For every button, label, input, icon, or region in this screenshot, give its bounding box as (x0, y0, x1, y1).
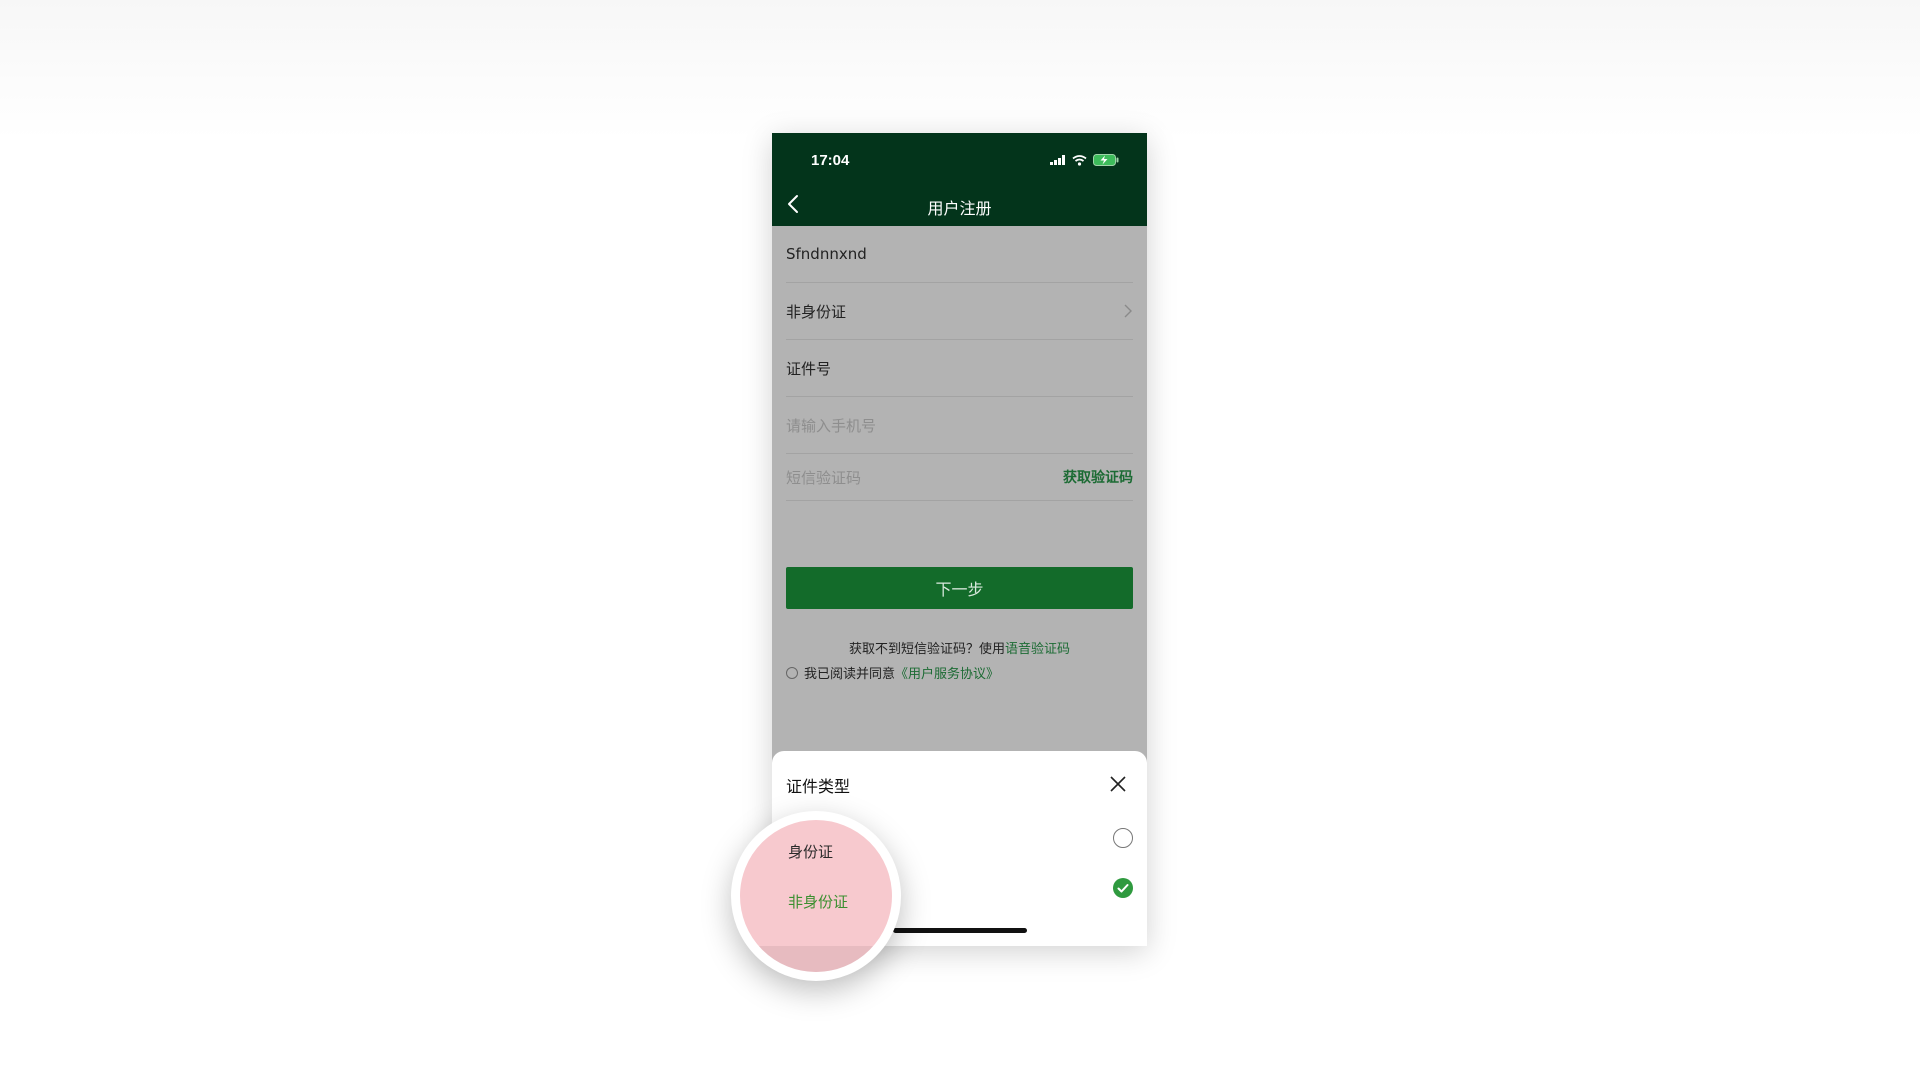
id-number-field[interactable]: 证件号 (786, 340, 1133, 397)
magnifier-highlight: 身份证 非身份证 (731, 811, 901, 981)
get-code-button[interactable]: 获取验证码 (1063, 467, 1133, 487)
id-type-value: 非身份证 (786, 302, 847, 321)
phone-field[interactable]: 请输入手机号 (786, 397, 1133, 454)
id-type-selector[interactable]: 非身份证 (786, 283, 1133, 340)
agreement-checkbox[interactable] (786, 666, 798, 679)
wifi-icon (1072, 154, 1087, 166)
register-form: Sfndnnxnd 非身份证 证件号 请输入手机号 短信验证码 获取验证码 (786, 226, 1133, 501)
phone-placeholder: 请输入手机号 (786, 416, 877, 435)
voice-code-link[interactable]: 语音验证码 (1005, 642, 1070, 657)
name-field[interactable]: Sfndnnxnd (786, 226, 1133, 283)
nav-bar: 17:04 用户注册 (772, 133, 1147, 226)
magnified-option-id-card: 身份证 (788, 843, 834, 861)
close-icon[interactable] (1109, 775, 1127, 793)
next-button[interactable]: 下一步 (786, 567, 1133, 609)
status-time: 17:04 (811, 152, 850, 169)
agreement-text: 我已阅读并同意 (804, 667, 896, 682)
id-number-label: 证件号 (786, 359, 832, 378)
option-id-card-radio[interactable] (1113, 828, 1133, 848)
home-indicator (893, 928, 1027, 933)
signal-icon (1050, 155, 1065, 165)
battery-icon (1093, 154, 1119, 166)
magnifier-shade (740, 946, 892, 972)
sms-code-field[interactable]: 短信验证码 获取验证码 (786, 454, 1133, 501)
magnified-option-non-id-card: 非身份证 (788, 893, 849, 911)
check-icon[interactable] (1113, 878, 1133, 898)
hint-text: 获取不到短信验证码？使用 (848, 642, 1005, 657)
page-title: 用户注册 (927, 199, 992, 218)
sms-hint: 获取不到短信验证码？使用语音验证码 (772, 638, 1147, 657)
name-value: Sfndnnxnd (786, 245, 867, 263)
agreement-link[interactable]: 《用户服务协议》 (895, 663, 999, 682)
sms-placeholder: 短信验证码 (786, 468, 862, 487)
agreement-row: 我已阅读并同意 《用户服务协议》 (786, 663, 999, 682)
chevron-right-icon (1124, 304, 1132, 318)
sheet-title: 证件类型 (786, 777, 851, 796)
status-icons (1050, 154, 1119, 166)
